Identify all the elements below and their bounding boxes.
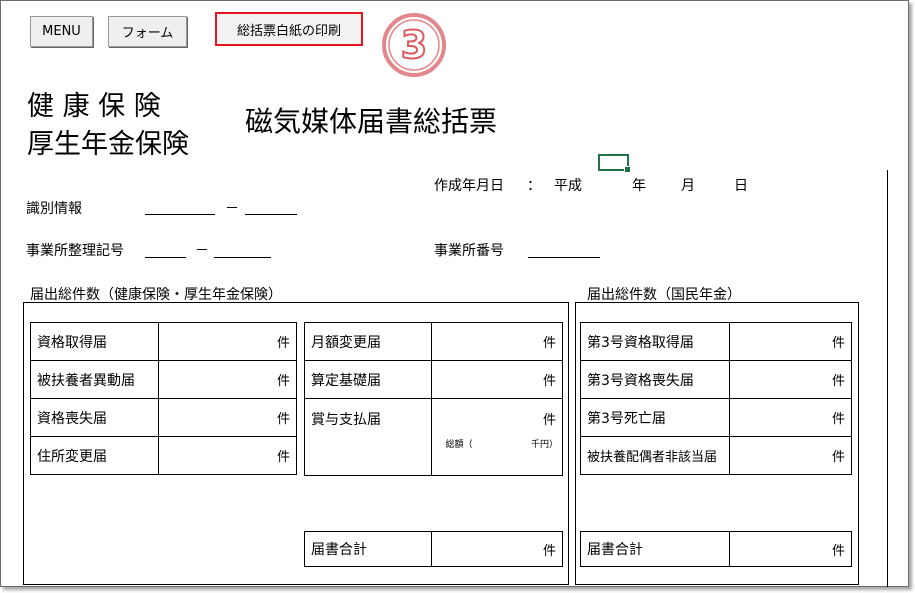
month-label: 月 bbox=[681, 178, 695, 194]
selected-cell[interactable] bbox=[598, 154, 631, 173]
office-number-field[interactable] bbox=[528, 257, 600, 258]
table-row: 月額変更届件 bbox=[304, 322, 563, 361]
table-row: 資格喪失届件 bbox=[30, 398, 298, 437]
health-left-table: 資格取得届件 被扶養者異動届件 資格喪失届件 住所変更届件 bbox=[30, 322, 298, 475]
office-code-dash: － bbox=[195, 243, 209, 259]
year-label: 年 bbox=[632, 178, 646, 194]
id-info-field-2[interactable] bbox=[245, 214, 297, 215]
insurance-type-line1: 健 康 保 険 bbox=[27, 91, 161, 122]
print-blank-button[interactable]: 総括票白紙の印刷 bbox=[215, 12, 363, 46]
office-code-field-2[interactable] bbox=[214, 257, 271, 258]
bonus-cell[interactable]: 件 総額（ 千円） bbox=[430, 398, 563, 476]
count-cell[interactable]: 件 bbox=[430, 322, 563, 361]
bonus-total-unit: 千円） bbox=[530, 440, 558, 450]
table-row: 届書合計件 bbox=[579, 531, 852, 567]
table-row: 資格取得届件 bbox=[30, 322, 298, 361]
table-row: 第3号資格取得届件 bbox=[579, 322, 852, 361]
office-code-field-1[interactable] bbox=[145, 257, 186, 258]
office-number-label: 事業所番号 bbox=[434, 243, 504, 259]
total-label: 届書合計 bbox=[304, 531, 432, 567]
date-colon: ： bbox=[527, 178, 541, 194]
era-label: 平成 bbox=[554, 178, 582, 194]
id-info-dash: － bbox=[225, 201, 239, 217]
table-row: 賞与支払届 件 総額（ 千円） bbox=[304, 398, 563, 476]
step-3-marker: 3 bbox=[382, 13, 446, 77]
total-count-cell[interactable]: 件 bbox=[729, 531, 852, 567]
svg-text:3: 3 bbox=[401, 23, 427, 67]
row-label: 賞与支払届 bbox=[304, 398, 432, 476]
menu-button[interactable]: MENU bbox=[30, 16, 93, 47]
row-label: 月額変更届 bbox=[304, 322, 432, 361]
count-cell[interactable]: 件 bbox=[157, 322, 298, 361]
table-row: 被扶養者異動届件 bbox=[30, 360, 298, 399]
page-title: 磁気媒体届書総括票 bbox=[245, 105, 498, 138]
health-right-table: 月額変更届件 算定基礎届件 賞与支払届 件 総額（ 千円） bbox=[304, 322, 563, 476]
insurance-type-line2: 厚生年金保険 bbox=[27, 129, 189, 160]
health-section-title: 届出総件数（健康保険・厚生年金保険） bbox=[30, 287, 282, 303]
row-label: 資格取得届 bbox=[30, 322, 159, 361]
row-label: 住所変更届 bbox=[30, 436, 159, 475]
table-row: 第3号資格喪失届件 bbox=[579, 360, 852, 399]
table-row: 被扶養配偶者非該当届件 bbox=[579, 436, 852, 475]
table-row: 第3号死亡届件 bbox=[579, 398, 852, 437]
row-label: 第3号死亡届 bbox=[579, 398, 731, 437]
row-label: 被扶養配偶者非該当届 bbox=[579, 436, 731, 475]
count-cell[interactable]: 件 bbox=[157, 360, 298, 399]
health-total-table: 届書合計件 bbox=[304, 531, 563, 567]
count-cell[interactable]: 件 bbox=[729, 398, 852, 437]
row-label: 算定基礎届 bbox=[304, 360, 432, 399]
day-label: 日 bbox=[734, 178, 748, 194]
table-row: 算定基礎届件 bbox=[304, 360, 563, 399]
count-cell[interactable]: 件 bbox=[729, 360, 852, 399]
table-row: 住所変更届件 bbox=[30, 436, 298, 475]
count-cell[interactable]: 件 bbox=[729, 436, 852, 475]
id-info-label: 識別情報 bbox=[26, 201, 82, 217]
total-label: 届書合計 bbox=[579, 531, 731, 567]
row-label: 資格喪失届 bbox=[30, 398, 159, 437]
national-section-title: 届出総件数（国民年金） bbox=[587, 287, 741, 303]
count-cell[interactable]: 件 bbox=[157, 398, 298, 437]
count-cell[interactable]: 件 bbox=[157, 436, 298, 475]
table-row: 届書合計件 bbox=[304, 531, 563, 567]
right-border-line bbox=[887, 170, 888, 587]
row-label: 被扶養者異動届 bbox=[30, 360, 159, 399]
total-count-cell[interactable]: 件 bbox=[430, 531, 563, 567]
national-table: 第3号資格取得届件 第3号資格喪失届件 第3号死亡届件 被扶養配偶者非該当届件 bbox=[579, 322, 852, 475]
count-cell[interactable]: 件 bbox=[729, 322, 852, 361]
form-button[interactable]: フォーム bbox=[108, 16, 187, 47]
office-code-label: 事業所整理記号 bbox=[26, 243, 124, 259]
id-info-field-1[interactable] bbox=[145, 214, 215, 215]
national-total-table: 届書合計件 bbox=[579, 531, 852, 567]
count-cell[interactable]: 件 bbox=[430, 360, 563, 399]
date-label: 作成年月日 bbox=[434, 178, 504, 194]
bonus-total-label: 総額（ bbox=[445, 440, 473, 450]
row-label: 第3号資格喪失届 bbox=[579, 360, 731, 399]
row-label: 第3号資格取得届 bbox=[579, 322, 731, 361]
bonus-count-unit: 件 bbox=[542, 413, 556, 428]
